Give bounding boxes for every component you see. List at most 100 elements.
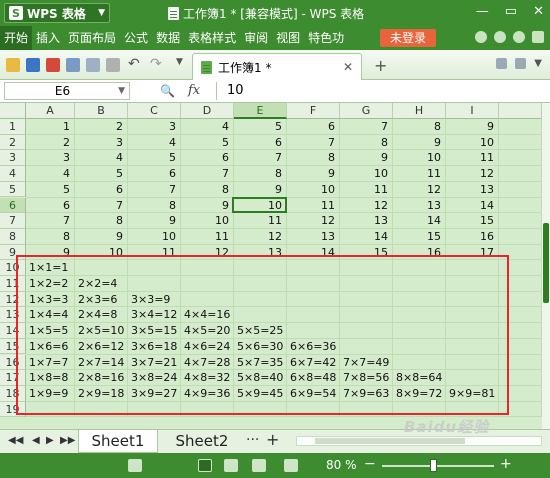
row-header-2[interactable]: 2 [0,134,26,151]
formula-input[interactable]: 10 [216,82,544,100]
page-layout-view-icon[interactable] [224,459,238,472]
cell[interactable]: 10 [128,230,176,246]
column-header-a[interactable]: A [26,103,75,119]
row-header-6[interactable]: 6 [0,197,26,214]
vertical-scrollbar[interactable] [542,103,550,429]
cell[interactable]: 6 [287,120,335,136]
scrollbar-thumb[interactable] [543,223,549,303]
zoom-slider-track[interactable] [382,465,494,467]
row-header-8[interactable]: 8 [0,228,26,245]
skin-icon[interactable] [475,31,487,43]
prev-sheet-icon[interactable]: ◀ [32,435,40,446]
cell[interactable]: 9 [181,199,229,215]
cell[interactable]: 8 [287,151,335,167]
cell[interactable]: 13 [340,214,388,230]
cell[interactable]: 12 [446,167,494,183]
cell[interactable]: 12 [340,199,388,215]
menu-page-layout[interactable]: 页面布局 [64,26,120,50]
select-all-corner[interactable] [0,103,26,119]
menu-features[interactable]: 特色功 [304,26,348,50]
cell[interactable]: 8 [26,230,70,246]
help-icon[interactable] [513,31,525,43]
function-icon[interactable]: fx [188,83,200,98]
cell[interactable]: 4 [75,151,123,167]
row-header-5[interactable]: 5 [0,181,26,198]
cell[interactable]: 3 [75,136,123,152]
cell[interactable]: 13 [287,230,335,246]
column-header-c[interactable]: C [128,103,181,119]
cell[interactable]: 11 [340,183,388,199]
app-menu-button[interactable]: S WPS 表格 ▼ [4,3,110,23]
column-header-g[interactable]: G [340,103,393,119]
export-pdf-icon[interactable] [46,58,60,72]
feedback-icon[interactable] [494,31,506,43]
cell[interactable]: 10 [393,151,441,167]
cell[interactable]: 14 [446,199,494,215]
cell[interactable]: 12 [393,183,441,199]
cell[interactable]: 10 [340,167,388,183]
copy-format-icon[interactable] [106,58,120,72]
cell[interactable]: 5 [26,183,70,199]
menu-insert[interactable]: 插入 [32,26,64,50]
zoom-out-icon[interactable]: − [364,456,376,472]
next-sheet-icon[interactable]: ▶ [46,435,54,446]
cell[interactable]: 6 [75,183,123,199]
cell[interactable]: 10 [446,136,494,152]
cell[interactable]: 6 [26,199,70,215]
login-button[interactable]: 未登录 [380,29,436,47]
restore-window-icon[interactable] [496,58,508,69]
reading-mode-icon[interactable] [284,459,298,472]
menu-view[interactable]: 视图 [272,26,304,50]
horizontal-scrollbar[interactable] [296,436,542,446]
sheet-tab-sheet2[interactable]: Sheet2 [164,430,240,453]
cell[interactable]: 9 [287,167,335,183]
menu-formulas[interactable]: 公式 [120,26,152,50]
cell[interactable]: 8 [181,183,229,199]
cell[interactable]: 8 [393,120,441,136]
cell[interactable]: 7 [75,199,123,215]
tile-window-icon[interactable] [515,58,527,69]
cell[interactable]: 11 [287,199,335,215]
menu-review[interactable]: 审阅 [240,26,272,50]
ribbon-collapse-icon[interactable] [532,31,544,43]
cell[interactable]: 13 [446,183,494,199]
zoom-search-icon[interactable]: 🔍 [160,84,175,98]
menu-data[interactable]: 数据 [152,26,184,50]
cell[interactable]: 11 [181,230,229,246]
cell[interactable]: 12 [234,230,282,246]
scrollbar-thumb[interactable] [315,438,465,444]
cell[interactable]: 7 [340,120,388,136]
cell[interactable]: 11 [234,214,282,230]
cell[interactable]: 7 [26,214,70,230]
new-tab-icon[interactable]: + [374,56,387,75]
column-header-b[interactable]: B [75,103,128,119]
cell[interactable]: 4 [26,167,70,183]
page-break-view-icon[interactable] [252,459,266,472]
column-header-d[interactable]: D [181,103,234,119]
cell[interactable]: 12 [287,214,335,230]
cell[interactable]: 6 [181,151,229,167]
cell[interactable]: 5 [234,120,282,136]
cell[interactable]: 14 [393,214,441,230]
document-tab[interactable]: 工作簿1 * ✕ [192,53,362,80]
cell[interactable]: 3 [128,120,176,136]
sheet-tab-sheet1[interactable]: Sheet1 [78,430,158,453]
open-folder-icon[interactable] [6,58,20,72]
column-header-i[interactable]: I [446,103,499,119]
menu-table-style[interactable]: 表格样式 [184,26,240,50]
zoom-in-icon[interactable]: + [500,456,512,472]
name-box[interactable]: E6 ▼ [4,82,130,100]
normal-view-icon[interactable] [198,459,212,472]
print-icon[interactable] [66,58,80,72]
cell[interactable]: 2 [75,120,123,136]
cell[interactable]: 14 [340,230,388,246]
cell[interactable]: 9 [75,230,123,246]
cell[interactable]: 6 [128,167,176,183]
save-icon[interactable] [26,58,40,72]
zoom-slider-thumb[interactable] [430,459,437,472]
cell[interactable]: 4 [181,120,229,136]
cell[interactable]: 10 [287,183,335,199]
row-header-4[interactable]: 4 [0,166,26,182]
column-header-f[interactable]: F [287,103,340,119]
print-preview-icon[interactable] [86,58,100,72]
